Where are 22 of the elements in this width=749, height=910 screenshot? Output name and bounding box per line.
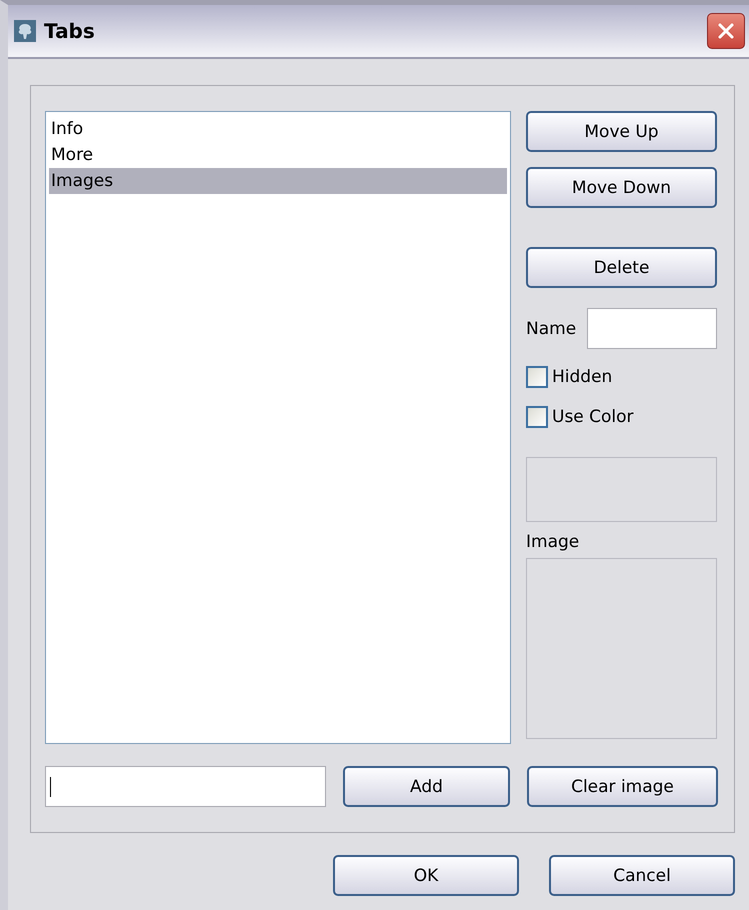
name-label: Name	[526, 318, 576, 338]
close-icon	[716, 21, 736, 41]
side-button[interactable]: Delete	[526, 247, 717, 288]
checkbox-label: Hidden	[552, 367, 612, 387]
list-item[interactable]: Images	[49, 168, 507, 194]
checkbox[interactable]	[526, 366, 548, 388]
close-button[interactable]	[707, 13, 745, 49]
checkbox[interactable]	[526, 406, 548, 428]
add-button[interactable]: Add	[343, 766, 510, 807]
dialog-button[interactable]: OK	[333, 855, 519, 896]
name-field[interactable]	[587, 308, 717, 349]
tree-icon	[14, 20, 36, 42]
image-label: Image	[526, 532, 580, 552]
new-tab-field[interactable]	[45, 766, 326, 807]
clear-image-button[interactable]: Clear image	[527, 766, 718, 807]
side-button[interactable]: Move Up	[526, 111, 717, 152]
side-button[interactable]: Move Down	[526, 167, 717, 208]
dialog-button[interactable]: Cancel	[549, 855, 735, 896]
list-item[interactable]: More	[49, 142, 507, 168]
list-item[interactable]: Info	[49, 116, 507, 142]
window-title: Tabs	[44, 19, 96, 43]
checkbox-label: Use Color	[552, 407, 634, 427]
